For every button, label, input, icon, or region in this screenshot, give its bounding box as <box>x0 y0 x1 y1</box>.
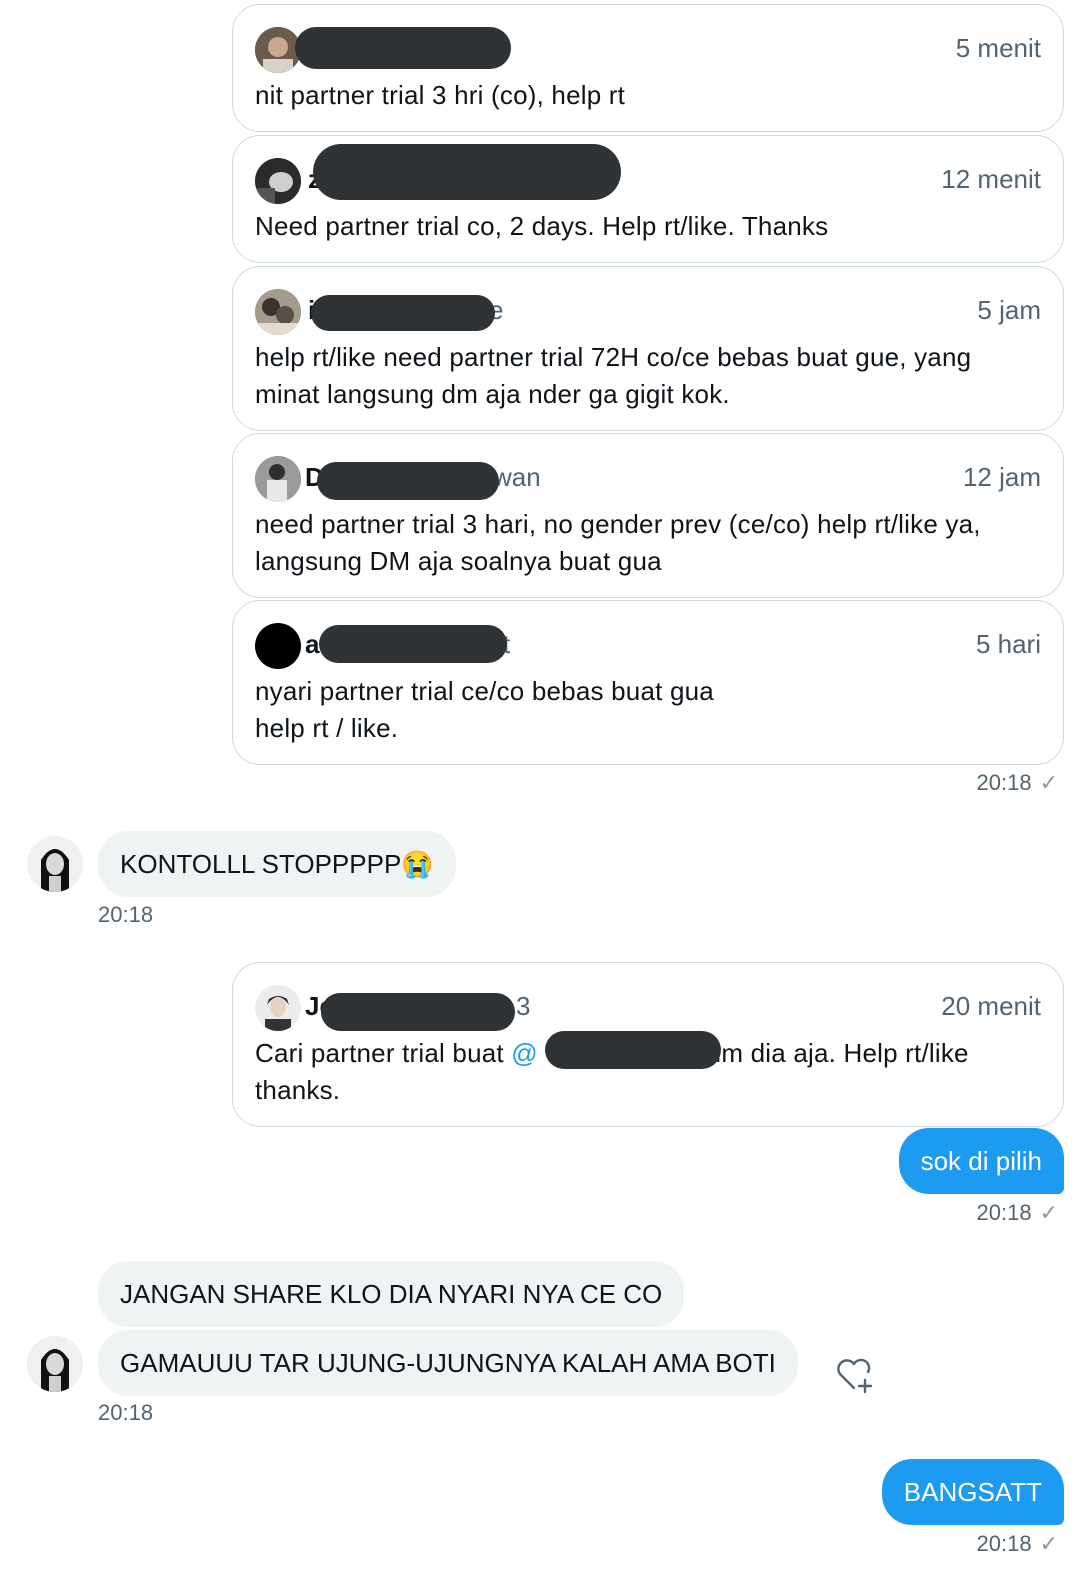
outgoing-message[interactable]: BANGSATT <box>881 1459 1064 1525</box>
heart-plus-icon[interactable] <box>832 1352 876 1396</box>
tweet-text: dm dia aja. Help rt/like <box>699 1038 969 1068</box>
author-name-tail: wan <box>493 462 541 492</box>
avatar <box>255 456 301 502</box>
avatar <box>255 289 301 335</box>
sent-check-icon: ✓ <box>1039 1531 1058 1556</box>
tweet-text-line: nyari partner trial ce/co bebas buat gua <box>255 676 714 706</box>
message-timestamp: 20:18 <box>98 902 154 927</box>
message-timestamp: 20:18 <box>98 1400 154 1425</box>
sent-check-icon: ✓ <box>1039 1200 1058 1225</box>
tweet-text: nit partner trial 3 hri (co), help rt <box>255 80 626 110</box>
author-name-tail: 3 <box>516 991 531 1021</box>
tweet-time: 5 jam <box>977 295 1041 325</box>
redacted-name <box>319 625 507 663</box>
message-timestamp: 20:18 ✓ <box>977 770 1059 796</box>
message-timestamp: 20:18 ✓ <box>977 1200 1059 1226</box>
tweet-text: Need partner trial co, 2 days. Help rt/l… <box>255 211 829 241</box>
shared-tweet-card[interactable]: a t 5 hari nyari partner trial ce/co beb… <box>232 600 1064 765</box>
tweet-text: need partner trial 3 hari, no gender pre… <box>255 509 981 576</box>
shared-tweet-card[interactable]: 5 menit nit partner trial 3 hri (co), he… <box>232 4 1064 132</box>
incoming-message[interactable]: KONTOLLL STOPPPPP😭 <box>98 831 456 897</box>
sent-check-icon: ✓ <box>1039 770 1058 795</box>
shared-tweet-card[interactable]: i e 5 jam help rt/like need partner tria… <box>232 266 1064 431</box>
avatar <box>255 623 301 669</box>
shared-tweet-card[interactable]: D wan 12 jam need partner trial 3 hari, … <box>232 433 1064 598</box>
redacted-mention <box>545 1031 721 1069</box>
mention-at: @ <box>511 1038 538 1068</box>
tweet-time: 5 menit <box>955 33 1041 63</box>
message-timestamp: 20:18 ✓ <box>977 1531 1059 1557</box>
avatar <box>255 985 301 1031</box>
author-name: a <box>305 629 320 659</box>
tweet-text: help rt/like need partner trial 72H co/c… <box>255 342 972 409</box>
incoming-message[interactable]: JANGAN SHARE KLO DIA NYARI NYA CE CO <box>98 1261 685 1327</box>
tweet-time: 20 menit <box>941 991 1041 1021</box>
timestamp-text: 20:18 <box>976 1200 1032 1225</box>
avatar <box>255 158 301 204</box>
outgoing-message[interactable]: sok di pilih <box>898 1128 1064 1194</box>
tweet-time: 5 hari <box>975 629 1041 659</box>
avatar[interactable] <box>27 1336 83 1392</box>
redacted-name <box>313 144 621 200</box>
tweet-text-line: thanks. <box>255 1075 341 1105</box>
tweet-text: Cari partner trial buat <box>255 1038 512 1068</box>
tweet-time: 12 menit <box>941 164 1041 194</box>
incoming-message[interactable]: GAMAUUU TAR UJUNG-UJUNGNYA KALAH AMA BOT… <box>98 1330 798 1396</box>
redacted-name <box>295 27 511 69</box>
timestamp-text: 20:18 <box>976 770 1032 795</box>
tweet-text-line: help rt / like. <box>255 713 399 743</box>
redacted-name <box>317 462 499 500</box>
avatar <box>255 27 301 73</box>
redacted-name <box>311 295 495 331</box>
avatar[interactable] <box>27 836 83 892</box>
shared-tweet-card[interactable]: z 12 menit Need partner trial co, 2 days… <box>232 135 1064 263</box>
shared-tweet-card[interactable]: Je 3 20 menit Cari partner trial buat @l… <box>232 962 1064 1127</box>
redacted-name <box>321 993 515 1031</box>
tweet-time: 12 jam <box>962 462 1041 492</box>
timestamp-text: 20:18 <box>976 1531 1032 1556</box>
